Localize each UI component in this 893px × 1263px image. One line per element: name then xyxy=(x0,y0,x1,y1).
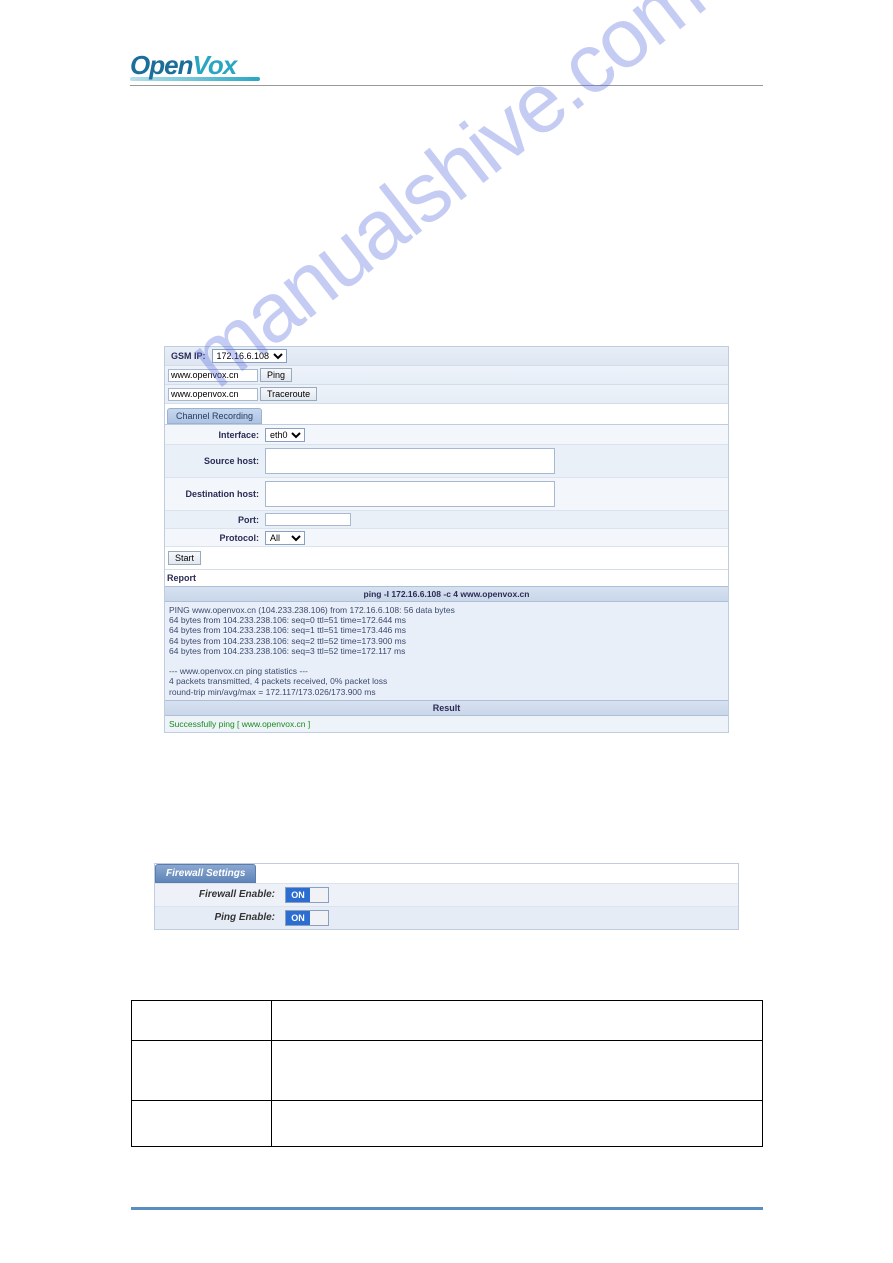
toggle-on-label: ON xyxy=(286,888,310,902)
start-row: Start xyxy=(165,547,728,570)
logo: OpenVox xyxy=(130,50,236,80)
interface-row: Interface: eth0 xyxy=(165,425,728,445)
gsm-ip-label: GSM IP: xyxy=(171,351,206,361)
description-table xyxy=(131,1000,763,1147)
success-message: Successfully ping [ www.openvox.cn ] xyxy=(165,716,728,732)
firewall-tab-row: Firewall Settings xyxy=(155,864,738,883)
firewall-settings-tab[interactable]: Firewall Settings xyxy=(155,864,256,883)
result-bar: Result xyxy=(165,700,728,716)
table-row xyxy=(131,1100,762,1146)
firewall-panel: Firewall Settings Firewall Enable: ON Pi… xyxy=(154,863,739,930)
traceroute-button[interactable]: Traceroute xyxy=(260,387,317,401)
ping-enable-label: Ping Enable: xyxy=(155,912,285,923)
network-tools-panel: GSM IP: 172.16.6.108 Ping Traceroute Cha… xyxy=(164,346,729,733)
toggle-off-side xyxy=(310,888,328,902)
ping-enable-toggle[interactable]: ON xyxy=(285,910,329,926)
desc-r2c2 xyxy=(271,1040,762,1100)
start-button[interactable]: Start xyxy=(168,551,201,565)
port-label: Port: xyxy=(165,515,265,525)
protocol-select[interactable]: All xyxy=(265,531,305,545)
logo-part2: Vox xyxy=(192,50,236,80)
gsm-ip-select[interactable]: 172.16.6.108 xyxy=(212,349,287,363)
channel-tab-row: Channel Recording xyxy=(165,404,728,425)
desc-r1c2 xyxy=(271,1000,762,1040)
protocol-label: Protocol: xyxy=(165,533,265,543)
ping-output: PING www.openvox.cn (104.233.238.106) fr… xyxy=(165,602,728,700)
destination-host-row: Destination host: xyxy=(165,478,728,511)
traceroute-host-input[interactable] xyxy=(168,388,258,401)
footer-bar xyxy=(131,1207,763,1210)
ping-enable-row: Ping Enable: ON xyxy=(155,906,738,929)
report-header: Report xyxy=(165,570,728,586)
desc-r3c1 xyxy=(131,1100,271,1146)
source-host-label: Source host: xyxy=(165,456,265,466)
desc-r3c2 xyxy=(271,1100,762,1146)
table-row xyxy=(131,1000,762,1040)
traceroute-row: Traceroute xyxy=(165,385,728,404)
destination-host-label: Destination host: xyxy=(165,489,265,499)
source-host-row: Source host: xyxy=(165,445,728,478)
protocol-row: Protocol: All xyxy=(165,529,728,547)
firewall-enable-row: Firewall Enable: ON xyxy=(155,883,738,906)
table-row xyxy=(131,1040,762,1100)
header: OpenVox xyxy=(130,50,763,86)
logo-part1: Open xyxy=(130,50,192,80)
ping-host-input[interactable] xyxy=(168,369,258,382)
firewall-enable-toggle[interactable]: ON xyxy=(285,887,329,903)
port-input[interactable] xyxy=(265,513,351,526)
ping-command-title: ping -I 172.16.6.108 -c 4 www.openvox.cn xyxy=(165,586,728,602)
interface-label: Interface: xyxy=(165,430,265,440)
port-row: Port: xyxy=(165,511,728,529)
destination-host-input[interactable] xyxy=(265,481,555,507)
toggle-off-side xyxy=(310,911,328,925)
channel-recording-tab[interactable]: Channel Recording xyxy=(167,408,262,424)
firewall-enable-label: Firewall Enable: xyxy=(155,889,285,900)
desc-r1c1 xyxy=(131,1000,271,1040)
gsm-ip-row: GSM IP: 172.16.6.108 xyxy=(165,347,728,366)
source-host-input[interactable] xyxy=(265,448,555,474)
desc-r2c1 xyxy=(131,1040,271,1100)
toggle-on-label: ON xyxy=(286,911,310,925)
ping-button[interactable]: Ping xyxy=(260,368,292,382)
interface-select[interactable]: eth0 xyxy=(265,428,305,442)
ping-row: Ping xyxy=(165,366,728,385)
